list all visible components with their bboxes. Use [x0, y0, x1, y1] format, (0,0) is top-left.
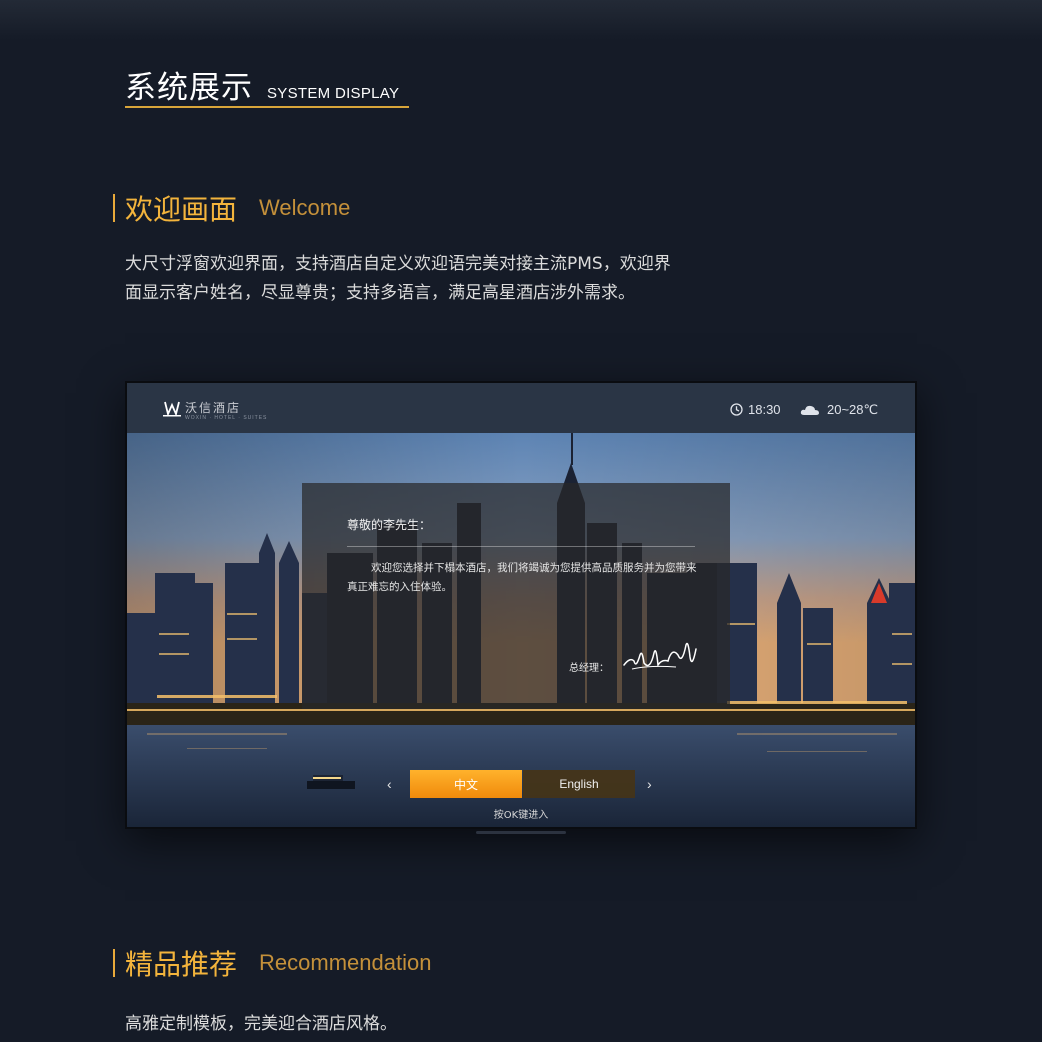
guest-greeting: 尊敬的李先生：: [347, 518, 432, 532]
language-option-english[interactable]: English: [523, 770, 635, 798]
welcome-message: 欢迎您选择并下榻本酒店，我们将竭诚为您提供高品质服务并为您带来真正难忘的入住体验…: [347, 562, 697, 593]
ok-key-hint: 按OK键进入: [493, 810, 549, 821]
cloud-icon: [800, 405, 819, 415]
section-title-recommendation: 精品推荐 Recommendation: [113, 943, 431, 983]
page-title-zh: 系统展示: [125, 70, 253, 106]
tv-mockup: 沃信酒店 WOXIN · HOTEL · SUITES 18:30 20~28℃…: [125, 381, 917, 829]
page-title: 系统展示 SYSTEM DISPLAY: [125, 62, 399, 107]
language-next-arrow[interactable]: ›: [647, 776, 652, 792]
section-description-recommendation: 高雅定制模板，完美迎合酒店风格。: [125, 1014, 397, 1034]
popup-divider: [347, 546, 695, 547]
title-underline: [125, 106, 409, 108]
section-bar: [113, 194, 115, 222]
w-logo-icon: [163, 401, 181, 417]
clock-icon: [730, 403, 743, 416]
section-title-zh: 精品推荐: [125, 948, 238, 981]
manager-label: 总经理：: [569, 663, 609, 674]
clock-time: 18:30: [748, 402, 781, 417]
manager-signature-image: [623, 642, 697, 670]
hotel-logo-text: 沃信酒店: [185, 401, 242, 415]
weather-temperature: 20~28℃: [827, 402, 879, 417]
section-title-zh: 欢迎画面: [125, 193, 238, 226]
top-shade: [0, 0, 1042, 40]
welcome-popup: 尊敬的李先生： 欢迎您选择并下榻本酒店，我们将竭诚为您提供高品质服务并为您带来真…: [302, 483, 730, 709]
section-title-welcome: 欢迎画面 Welcome: [113, 188, 350, 228]
description-line: 面显示客户姓名，尽显尊贵；支持多语言，满足高星酒店涉外需求。: [125, 283, 635, 303]
tv-stand: [476, 831, 566, 834]
description-line: 大尺寸浮窗欢迎界面，支持酒店自定义欢迎语完美对接主流PMS，欢迎界: [125, 254, 671, 274]
language-option-chinese[interactable]: 中文: [410, 770, 522, 798]
section-description-welcome: 大尺寸浮窗欢迎界面，支持酒店自定义欢迎语完美对接主流PMS，欢迎界 面显示客户姓…: [125, 250, 765, 308]
page-title-en: SYSTEM DISPLAY: [267, 85, 400, 102]
section-bar: [113, 949, 115, 977]
hotel-logo-subtext: WOXIN · HOTEL · SUITES: [185, 415, 268, 421]
tv-status-bar: 沃信酒店 WOXIN · HOTEL · SUITES 18:30 20~28℃: [127, 383, 915, 433]
language-prev-arrow[interactable]: ‹: [387, 776, 392, 792]
section-title-en: Recommendation: [259, 950, 432, 975]
section-title-en: Welcome: [259, 195, 351, 220]
tv-screen: 沃信酒店 WOXIN · HOTEL · SUITES 18:30 20~28℃…: [127, 383, 915, 827]
